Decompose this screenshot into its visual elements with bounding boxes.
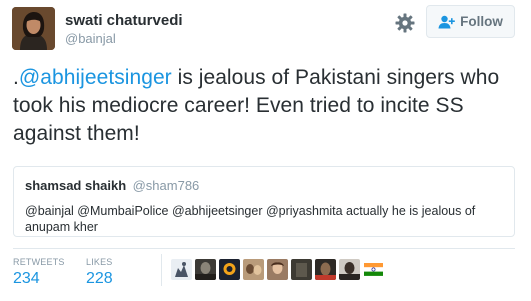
mention-link[interactable]: @abhijeetsinger [19, 66, 172, 89]
liker-avatar-6[interactable] [291, 259, 312, 280]
quoted-tweet[interactable]: shamsad shaikh @sham786 @bainjal @Mumbai… [13, 166, 515, 237]
retweets-stat[interactable]: RETWEETS 234 [13, 257, 65, 288]
author-avatar[interactable] [12, 7, 55, 50]
follow-button[interactable]: Follow [426, 5, 515, 38]
author-info: swati chaturvedi @bainjal [65, 12, 183, 47]
gear-icon[interactable] [394, 12, 416, 34]
stats-vertical-divider [161, 254, 162, 286]
liker-avatar-4[interactable] [243, 259, 264, 280]
likes-stat[interactable]: LIKES 228 [86, 257, 113, 288]
likes-label: LIKES [86, 257, 113, 267]
tweet-text: .@abhijeetsinger is jealous of Pakistani… [13, 64, 521, 148]
likes-count: 228 [86, 270, 113, 287]
author-name[interactable]: swati chaturvedi [65, 12, 183, 30]
follow-button-label: Follow [460, 14, 503, 29]
liker-avatar-2[interactable] [195, 259, 216, 280]
follow-person-plus-icon [438, 15, 455, 29]
quoted-author-name: shamsad shaikh [25, 178, 127, 193]
author-handle[interactable]: @bainjal [65, 30, 183, 47]
quoted-author-handle: @sham786 [132, 178, 200, 193]
retweets-label: RETWEETS [13, 257, 65, 267]
retweets-count: 234 [13, 270, 40, 287]
liker-avatar-3[interactable] [219, 259, 240, 280]
liker-avatars [171, 259, 384, 280]
stats-divider [13, 248, 515, 249]
quoted-tweet-text: @bainjal @MumbaiPolice @abhijeetsinger @… [25, 204, 476, 234]
quoted-tweet-header: shamsad shaikh @sham786 [25, 177, 503, 195]
liker-avatar-1[interactable] [171, 259, 192, 280]
liker-avatar-5[interactable] [267, 259, 288, 280]
liker-avatar-8[interactable] [339, 259, 360, 280]
liker-avatar-7[interactable] [315, 259, 336, 280]
liker-avatar-9[interactable] [363, 259, 384, 280]
